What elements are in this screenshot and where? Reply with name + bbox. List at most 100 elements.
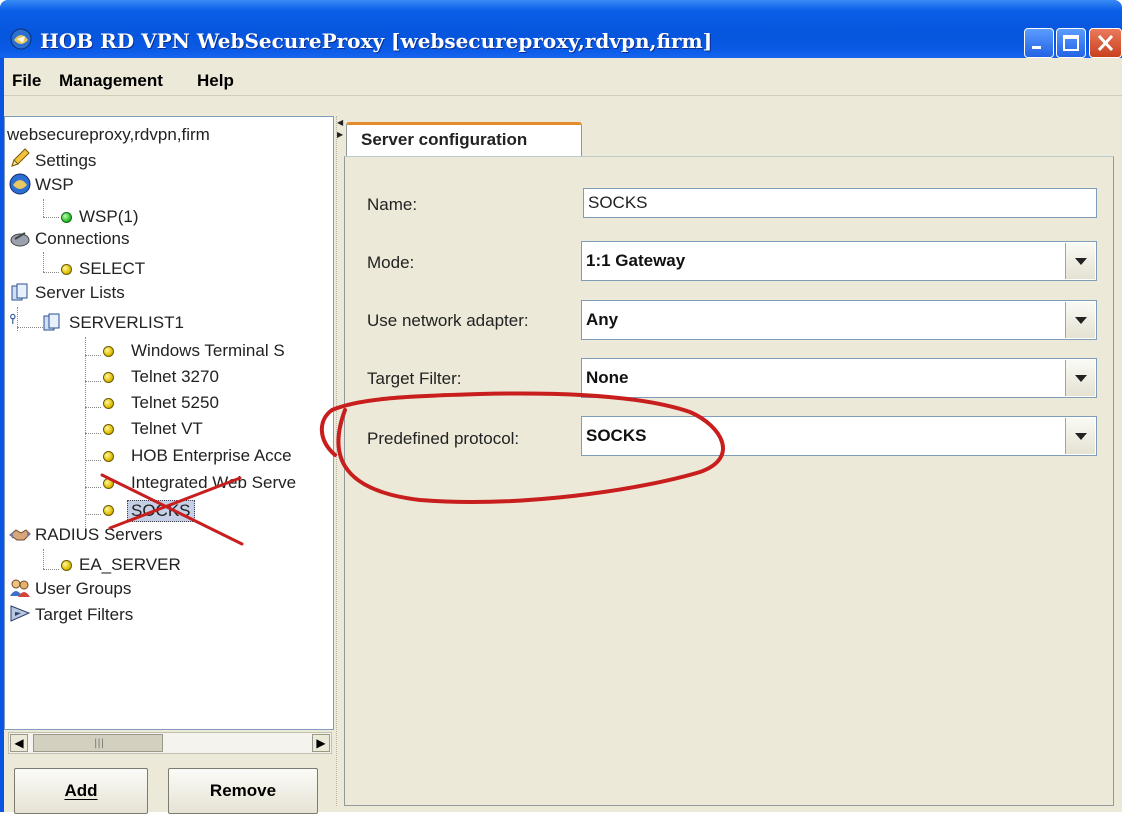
predefined-protocol-value: SOCKS [586, 426, 647, 445]
status-dot-icon [103, 372, 114, 383]
tree-item-label: Telnet VT [131, 419, 203, 438]
menu-bar: File Management Help [4, 58, 1122, 96]
status-dot-icon [103, 505, 114, 516]
tree-item-label: Telnet 5250 [131, 393, 219, 412]
chevron-down-icon[interactable] [1065, 360, 1095, 396]
mode-select[interactable]: 1:1 Gateway [581, 241, 1097, 281]
status-dot-icon [103, 451, 114, 462]
tree-root-label: websecureproxy,rdvpn,firm [7, 125, 210, 144]
tree-item-label: WSP(1) [79, 207, 139, 226]
tree-connector [85, 514, 101, 515]
maximize-button[interactable] [1056, 28, 1086, 58]
target-filter-select[interactable]: None [581, 358, 1097, 398]
tree-item-label: SERVERLIST1 [69, 313, 184, 332]
network-adapter-select[interactable]: Any [581, 300, 1097, 340]
minimize-button[interactable] [1024, 28, 1054, 58]
config-tree[interactable]: websecureproxy,rdvpn,firm Settings WSP W… [4, 116, 334, 730]
app-icon [10, 28, 32, 50]
menu-management[interactable]: Management [59, 71, 163, 91]
window-client-area: File Management Help websecureproxy,rdvp… [4, 58, 1122, 814]
wsp-icon [9, 173, 31, 195]
tree-connector [85, 407, 101, 408]
mode-label: Mode: [367, 253, 415, 272]
user-group-icon [10, 579, 30, 597]
tree-item-label: User Groups [35, 579, 132, 598]
collapse-left-arrow-icon[interactable]: ◀ [337, 118, 343, 127]
status-dot-icon [103, 478, 114, 489]
server-list-icon [43, 313, 60, 331]
mode-value: 1:1 Gateway [586, 251, 686, 270]
tree-item-label: EA_SERVER [79, 555, 181, 574]
tree-button-row: Add Remove [8, 768, 332, 814]
chevron-down-icon[interactable] [1065, 243, 1095, 279]
filter-icon [10, 605, 31, 622]
predefined-protocol-select[interactable]: SOCKS [581, 416, 1097, 456]
handshake-icon [9, 529, 31, 541]
tree-item-label: Server Lists [35, 283, 125, 302]
tree-item-label: WSP [35, 175, 74, 194]
tree-connector [43, 199, 44, 217]
server-configuration-panel: Name: SOCKS Mode: 1:1 Gateway Use networ… [344, 156, 1114, 806]
expand-handle-icon[interactable] [7, 313, 23, 329]
tree-connector [43, 272, 59, 273]
tree-item-label: Telnet 3270 [131, 367, 219, 386]
network-adapter-label: Use network adapter: [367, 311, 529, 330]
tree-connector [85, 460, 101, 461]
tree-connector [85, 355, 101, 356]
pencil-icon [11, 148, 30, 167]
collapse-right-arrow-icon[interactable]: ▶ [337, 130, 343, 139]
tree-item-label: SOCKS [127, 500, 195, 522]
scrollbar-thumb[interactable]: ||| [33, 734, 163, 752]
tree-connector [43, 549, 44, 569]
connections-icon [10, 232, 30, 247]
chevron-down-icon[interactable] [1065, 418, 1095, 454]
target-filter-label: Target Filter: [367, 369, 462, 388]
tree-item-label: HOB Enterprise Acce [131, 446, 292, 465]
scroll-left-arrow-icon[interactable]: ◀ [10, 734, 28, 752]
tree-connector [43, 252, 44, 272]
scroll-right-arrow-icon[interactable]: ▶ [312, 734, 330, 752]
status-dot-icon [61, 264, 72, 275]
predefined-protocol-label: Predefined protocol: [367, 429, 520, 448]
name-field[interactable]: SOCKS [583, 188, 1097, 218]
tree-connector [43, 217, 59, 218]
tree-item-label: SELECT [79, 259, 146, 278]
chevron-down-icon[interactable] [1065, 302, 1095, 338]
server-lists-icon [11, 283, 28, 301]
tree-horizontal-scrollbar[interactable]: ◀ ||| ▶ [8, 732, 332, 754]
app-window: HOB RD VPN WebSecureProxy [websecureprox… [0, 0, 1122, 814]
status-dot-icon [61, 212, 72, 223]
network-adapter-value: Any [586, 310, 619, 329]
tree-connector [85, 381, 101, 382]
tree-connector [85, 337, 86, 527]
target-filter-value: None [586, 368, 629, 387]
status-dot-icon [61, 560, 72, 571]
menu-help[interactable]: Help [197, 71, 234, 91]
pane-splitter[interactable]: ◀ ▶ [336, 116, 343, 806]
tree-item-label: Target Filters [35, 605, 134, 624]
tree-item-label: RADIUS Servers [35, 525, 163, 544]
tab-server-configuration[interactable]: Server configuration [346, 122, 582, 156]
tree-connector [85, 487, 101, 488]
status-dot-icon [103, 424, 114, 435]
status-dot-icon [103, 398, 114, 409]
grip-icon: ||| [94, 738, 105, 749]
close-icon [1097, 34, 1114, 52]
navigation-pane: websecureproxy,rdvpn,firm Settings WSP W… [4, 116, 334, 814]
minimize-icon [1032, 46, 1041, 49]
add-button[interactable]: Add [14, 768, 148, 814]
window-title: HOB RD VPN WebSecureProxy [websecureprox… [40, 29, 713, 53]
tree-connector [43, 569, 59, 570]
maximize-icon [1063, 35, 1079, 51]
remove-button[interactable]: Remove [168, 768, 318, 814]
tree-item-label: Windows Terminal S [131, 341, 285, 360]
tree-item-label: Connections [35, 229, 130, 248]
detail-pane: Server configuration Name: SOCKS Mode: 1… [344, 122, 1116, 806]
tree-item-label: Settings [35, 151, 97, 170]
tree-item-label: Integrated Web Serve [131, 473, 297, 492]
title-bar[interactable]: HOB RD VPN WebSecureProxy [websecureprox… [0, 0, 1122, 58]
menu-file[interactable]: File [12, 71, 41, 91]
status-dot-icon [103, 346, 114, 357]
name-label: Name: [367, 195, 418, 214]
close-button[interactable] [1089, 28, 1122, 58]
